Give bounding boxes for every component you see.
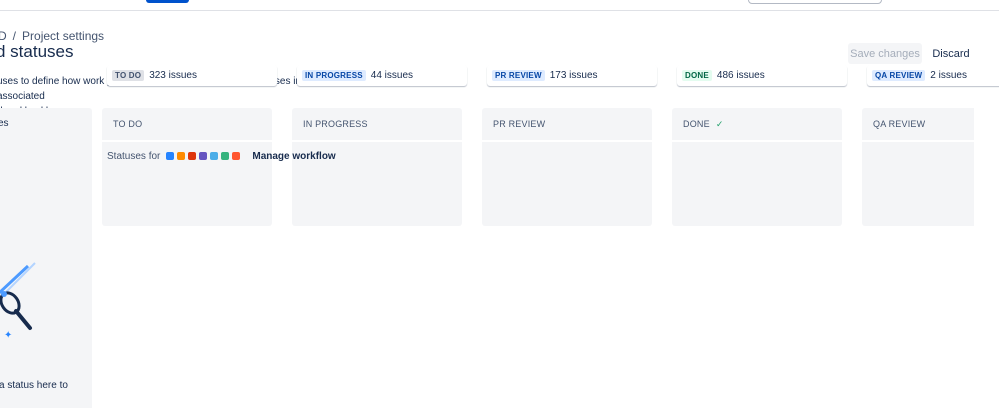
- status-lozenge: TO DO: [112, 70, 145, 81]
- status-lozenge: PR REVIEW: [492, 70, 545, 81]
- issue-count: 323 issues: [149, 70, 197, 81]
- column-title: TO DO: [113, 119, 143, 129]
- column-title: QA REVIEW: [873, 119, 926, 129]
- status-column-in-progress[interactable]: IN PROGRESS: [292, 108, 462, 226]
- column-header[interactable]: TO DO: [102, 108, 272, 142]
- status-column-pr-review[interactable]: PR REVIEW: [482, 108, 652, 226]
- status-card-qa-review[interactable]: QA REVIEW 2 issues: [867, 65, 999, 86]
- column-title: DONE: [683, 119, 710, 129]
- status-column-done[interactable]: DONE ✓: [672, 108, 842, 226]
- column-title: IN PROGRESS: [303, 119, 368, 129]
- breadcrumb-separator: /: [12, 29, 17, 43]
- search-input[interactable]: [748, 0, 882, 4]
- breadcrumb: D / Project settings: [0, 29, 104, 43]
- unassigned-statuses-panel: es ✦ a status here to: [0, 108, 92, 408]
- create-button[interactable]: [146, 0, 189, 3]
- left-panel-title: es: [0, 118, 9, 129]
- epic-icon: [199, 152, 208, 160]
- status-card-done[interactable]: DONE 486 issues: [677, 65, 847, 86]
- statuses-for-label: Statuses for: [107, 150, 161, 162]
- issue-count: 173 issues: [549, 70, 598, 81]
- status-card-in-progress[interactable]: IN PROGRESS 44 issues: [297, 65, 467, 86]
- status-lozenge: DONE: [682, 70, 712, 81]
- issue-count: 2 issues: [930, 70, 967, 81]
- story-icon: [166, 152, 175, 160]
- issue-count: 486 issues: [716, 70, 765, 81]
- page-title: d statuses: [0, 42, 74, 61]
- status-lozenge: IN PROGRESS: [302, 70, 366, 81]
- bug-icon: [188, 152, 197, 160]
- column-header[interactable]: IN PROGRESS: [292, 108, 462, 142]
- column-header[interactable]: DONE ✓: [672, 108, 842, 142]
- issue-count: 44 issues: [370, 70, 414, 81]
- status-lozenge: QA REVIEW: [872, 70, 926, 81]
- column-title: PR REVIEW: [493, 119, 546, 129]
- svg-text:✦: ✦: [4, 330, 12, 341]
- improvement-icon: [221, 152, 230, 160]
- column-header[interactable]: PR REVIEW: [482, 108, 652, 142]
- status-column-todo[interactable]: TO DO: [102, 108, 272, 226]
- manage-workflow-link[interactable]: Manage workflow: [252, 151, 335, 162]
- task-icon: [177, 152, 186, 160]
- left-panel-hint: a status here to: [0, 380, 68, 391]
- check-icon: ✓: [715, 118, 724, 129]
- top-navigation: [0, 0, 999, 11]
- breadcrumb-item-project[interactable]: D: [0, 29, 7, 43]
- workflow-statuses-row: Statuses for Manage workflow: [107, 149, 336, 163]
- status-card-pr-review[interactable]: PR REVIEW 173 issues: [487, 65, 657, 86]
- new-feature-icon: [232, 152, 241, 160]
- discard-button[interactable]: Discard: [928, 43, 974, 64]
- save-changes-button[interactable]: Save changes: [848, 43, 922, 64]
- breadcrumb-item-project-settings[interactable]: Project settings: [22, 29, 104, 43]
- empty-state-illustration: ✦: [0, 262, 36, 341]
- status-card-todo[interactable]: TO DO 323 issues: [107, 65, 277, 86]
- scroll-fade: [974, 108, 999, 226]
- subtask-icon: [210, 152, 219, 160]
